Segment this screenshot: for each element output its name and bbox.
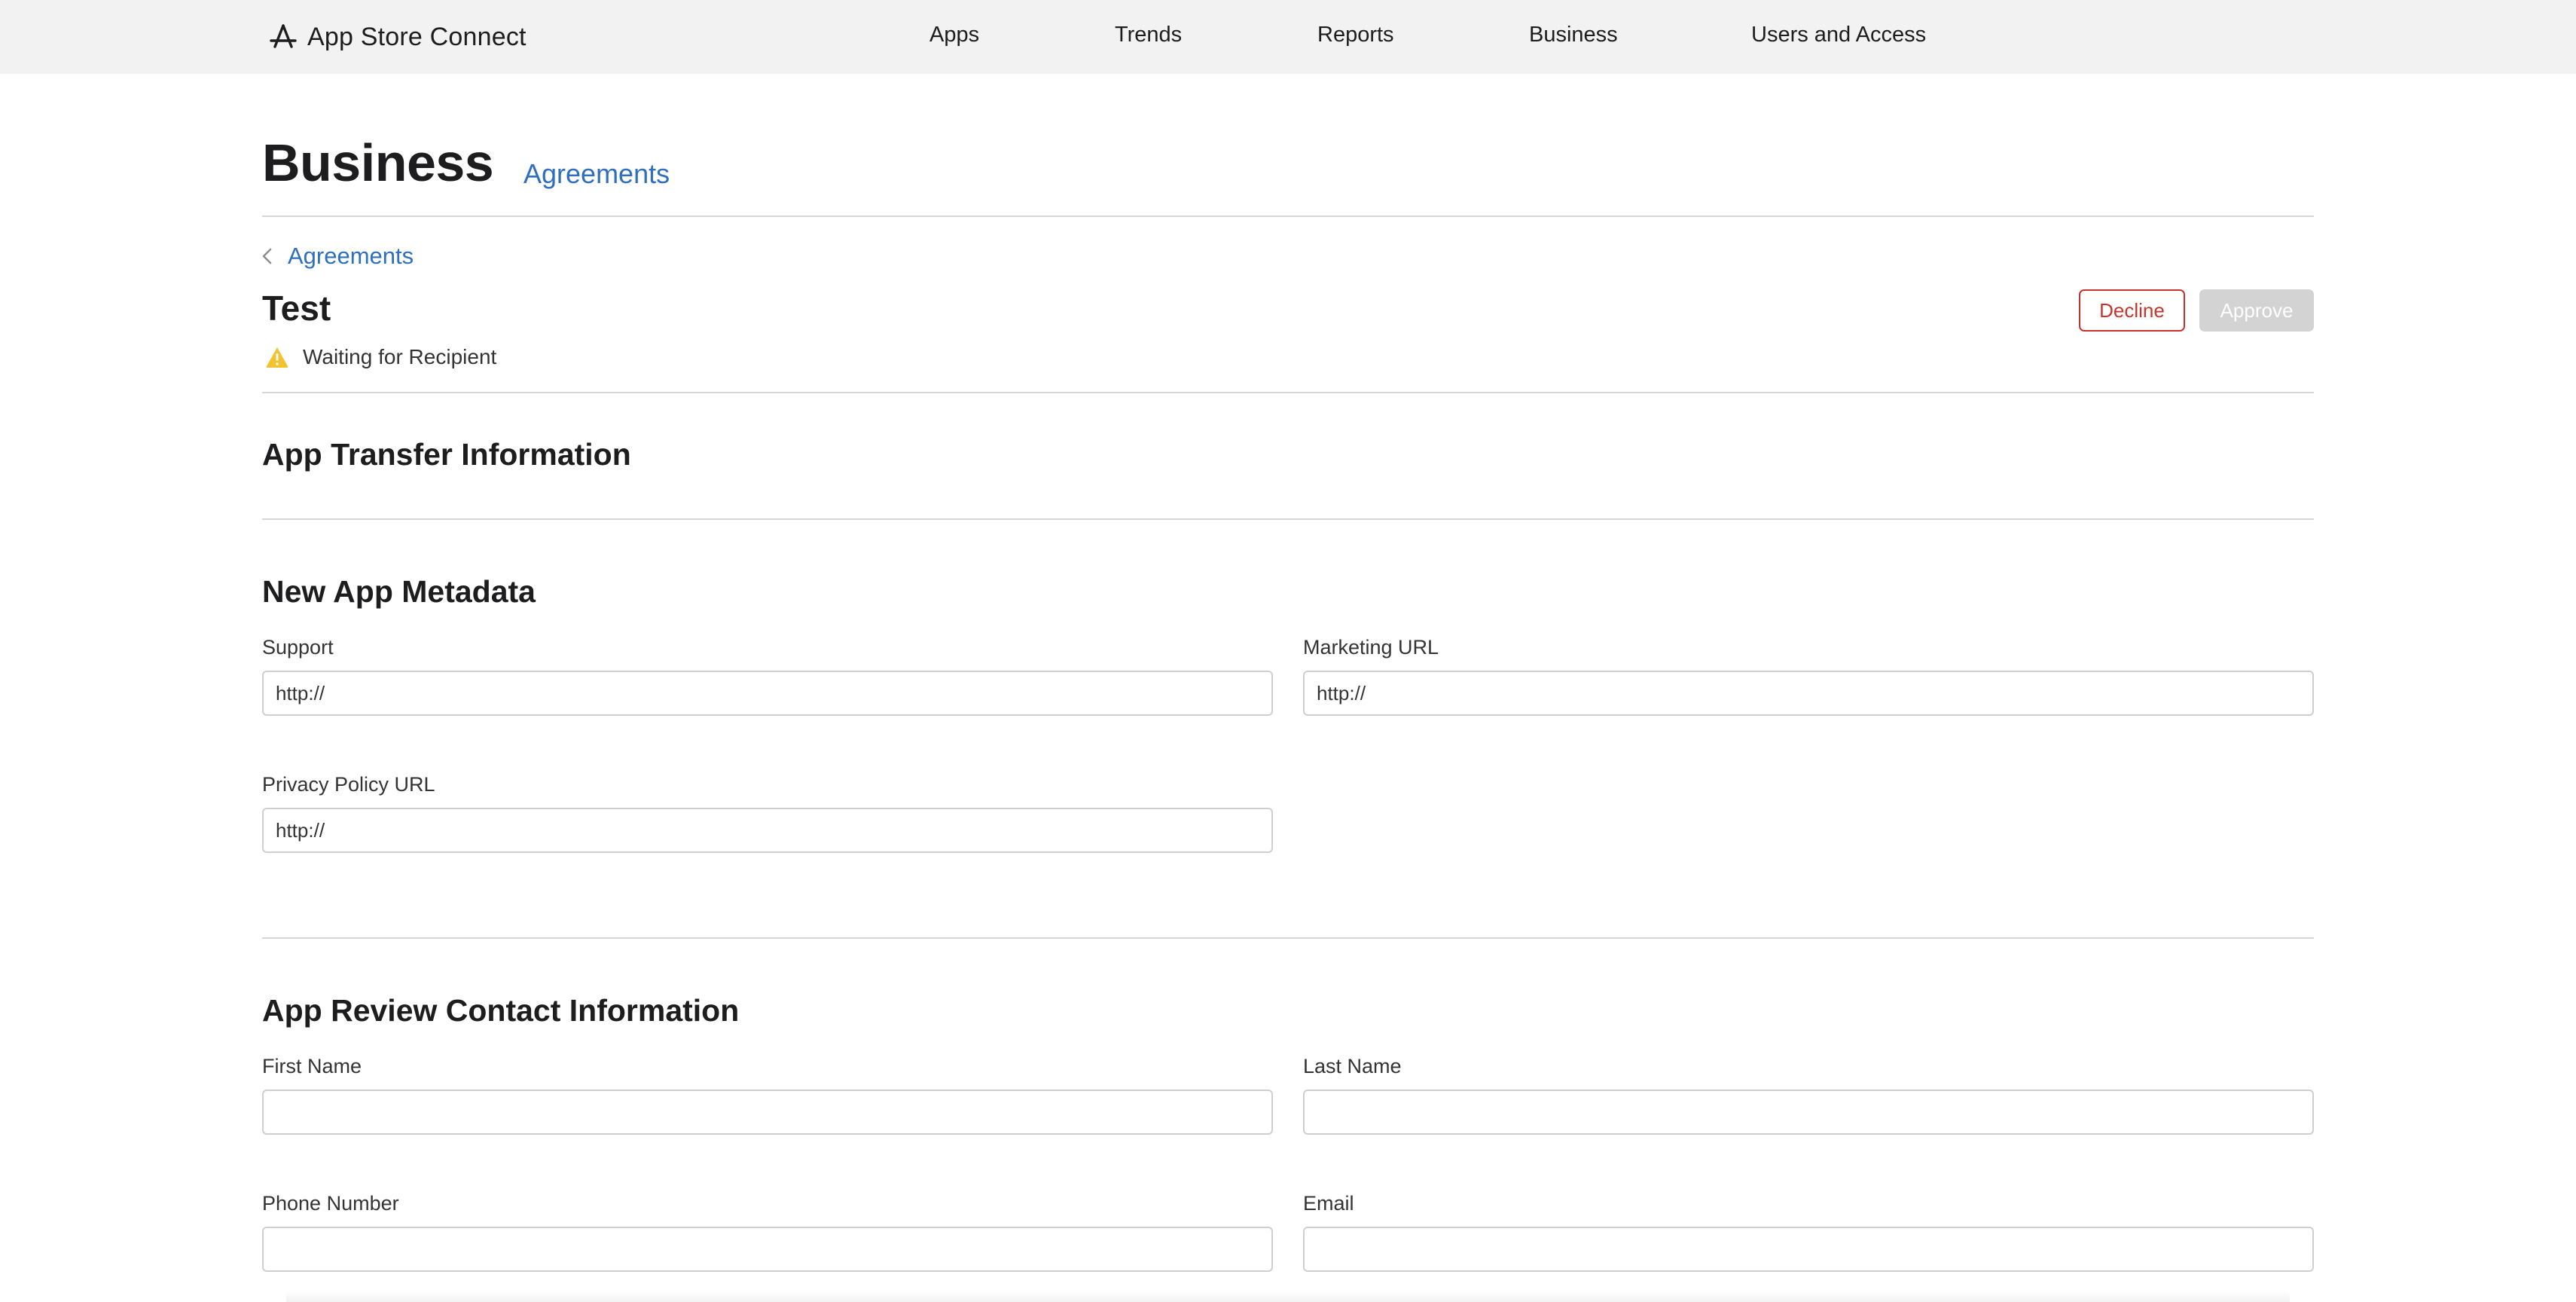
nav-item-users-and-access[interactable]: Users and Access [1751, 23, 1926, 47]
app-store-icon [268, 22, 298, 52]
transfer-divider [262, 518, 2314, 520]
section-title-new-app-metadata: New App Metadata [262, 574, 536, 609]
chevron-left-icon [259, 246, 276, 267]
breadcrumb-label: Agreements [288, 243, 414, 269]
support-input[interactable] [262, 671, 1273, 716]
first-name-label: First Name [262, 1055, 362, 1077]
email-input[interactable] [1303, 1227, 2314, 1272]
marketing-url-input[interactable] [1303, 671, 2314, 716]
decline-button[interactable]: Decline [2079, 289, 2185, 332]
section-title-app-review-contact: App Review Contact Information [262, 993, 740, 1028]
agreement-title: Test [262, 289, 331, 328]
nav-item-apps[interactable]: Apps [929, 23, 979, 47]
tab-agreements[interactable]: Agreements [523, 158, 670, 190]
marketing-url-label: Marketing URL [1303, 636, 1439, 659]
nav-item-trends[interactable]: Trends [1115, 23, 1182, 47]
page-title: Business [262, 133, 494, 192]
warning-triangle-icon [265, 346, 289, 368]
status-indicator: Waiting for Recipient [265, 345, 496, 369]
last-name-input[interactable] [1303, 1090, 2314, 1135]
email-label: Email [1303, 1192, 1354, 1215]
status-text: Waiting for Recipient [303, 345, 497, 368]
phone-number-label: Phone Number [262, 1192, 399, 1215]
header-divider [262, 215, 2314, 217]
phone-number-input[interactable] [262, 1227, 1273, 1272]
section-title-app-transfer: App Transfer Information [262, 437, 631, 472]
top-navigation-bar: App Store Connect Apps Trends Reports Bu… [0, 0, 2576, 74]
app-store-connect-logo[interactable]: App Store Connect [268, 20, 526, 54]
nav-item-business[interactable]: Business [1529, 23, 1618, 47]
nav-item-reports[interactable]: Reports [1317, 23, 1394, 47]
first-name-input[interactable] [262, 1090, 1273, 1135]
privacy-policy-url-label: Privacy Policy URL [262, 773, 435, 796]
app-name: App Store Connect [307, 22, 526, 51]
last-name-label: Last Name [1303, 1055, 1402, 1077]
privacy-policy-url-input[interactable] [262, 808, 1273, 853]
breadcrumb-back-link[interactable]: Agreements [259, 243, 414, 270]
title-divider [262, 392, 2314, 393]
bottom-panel-shadow [286, 1290, 2290, 1302]
metadata-divider [262, 937, 2314, 939]
approve-button[interactable]: Approve [2199, 289, 2314, 332]
support-label: Support [262, 636, 334, 659]
